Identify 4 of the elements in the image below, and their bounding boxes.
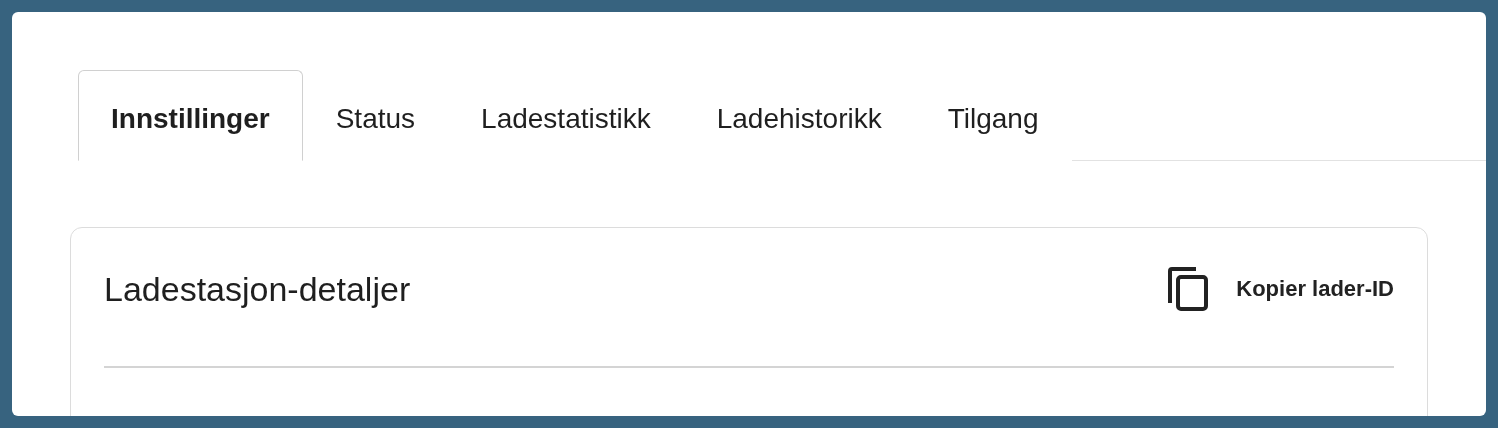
card-title: Ladestasjon-detaljer xyxy=(104,269,411,309)
copy-button[interactable]: Kopier lader-ID xyxy=(1168,267,1394,311)
tab[interactable]: Innstillinger xyxy=(78,70,303,161)
copy-icon xyxy=(1168,267,1209,311)
